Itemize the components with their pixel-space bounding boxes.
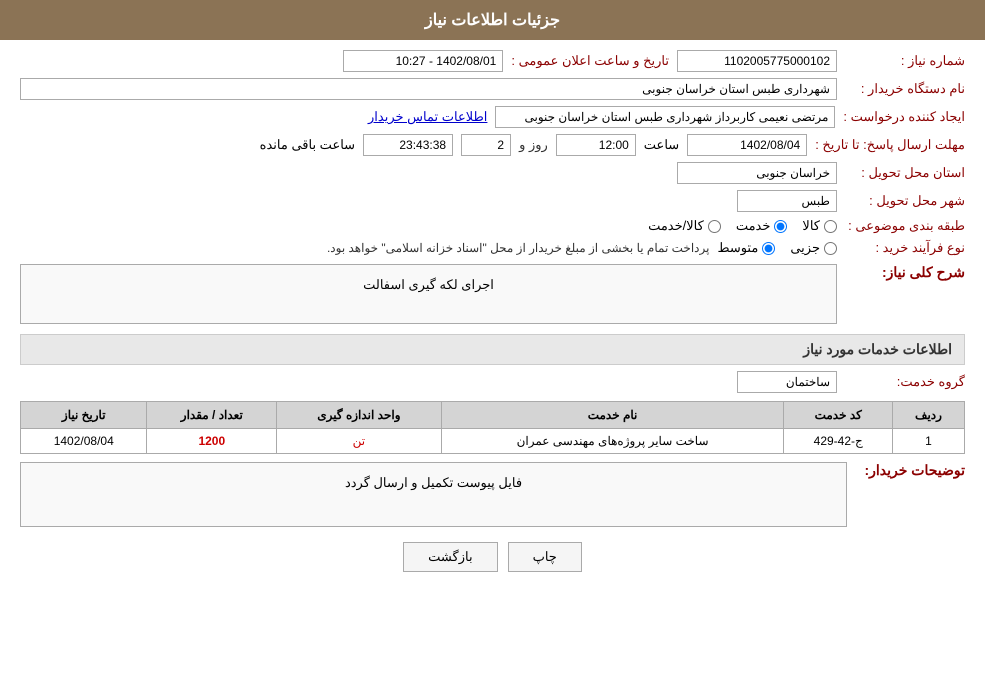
cell-measurement-unit: تن: [277, 429, 441, 454]
cell-row-num: 1: [892, 429, 964, 454]
purchase-jozii[interactable]: جزیی: [790, 240, 837, 256]
table-header-row: ردیف کد خدمت نام خدمت واحد اندازه گیری ت…: [21, 402, 965, 429]
deadline-remaining-input[interactable]: [363, 134, 453, 156]
page-title: جزئیات اطلاعات نیاز: [425, 12, 560, 29]
deadline-label: مهلت ارسال پاسخ: تا تاریخ :: [815, 137, 965, 153]
buyer-description-value: فایل پیوست تکمیل و ارسال گردد: [27, 467, 840, 499]
time-label: ساعت: [644, 137, 679, 153]
service-group-label: گروه خدمت:: [845, 374, 965, 390]
col-date: تاریخ نیاز: [21, 402, 147, 429]
description-row: شرح کلی نیاز: اجرای لکه گیری اسفالت: [20, 264, 965, 324]
city-label: شهر محل تحویل :: [845, 193, 965, 209]
buyer-description-wrapper: فایل پیوست تکمیل و ارسال گردد: [20, 462, 847, 527]
col-service-name: نام خدمت: [441, 402, 784, 429]
page-wrapper: جزئیات اطلاعات نیاز شماره نیاز : تاریخ و…: [0, 0, 985, 691]
buyer-org-row: نام دستگاه خریدار :: [20, 78, 965, 100]
province-row: استان محل تحویل :: [20, 162, 965, 184]
description-label: شرح کلی نیاز:: [845, 264, 965, 281]
col-measurement-unit: واحد اندازه گیری: [277, 402, 441, 429]
services-section-header: اطلاعات خدمات مورد نیاز: [20, 334, 965, 365]
remaining-label: ساعت باقی مانده: [260, 137, 355, 153]
cell-service-name: ساخت سایر پروژه‌های مهندسی عمران: [441, 429, 784, 454]
description-box-wrapper: اجرای لکه گیری اسفالت: [20, 264, 837, 324]
creator-input[interactable]: [495, 106, 835, 128]
purchase-notice: پرداخت تمام یا بخشی از مبلغ خریدار از مح…: [327, 241, 710, 255]
content-area: شماره نیاز : تاریخ و ساعت اعلان عمومی : …: [0, 40, 985, 597]
print-button[interactable]: چاپ: [508, 542, 582, 572]
category-label: طبقه بندی موضوعی :: [845, 218, 965, 234]
niaz-number-row: شماره نیاز : تاریخ و ساعت اعلان عمومی :: [20, 50, 965, 72]
description-value: اجرای لکه گیری اسفالت: [27, 269, 830, 301]
footer-buttons: چاپ بازگشت: [20, 542, 965, 572]
deadline-row: مهلت ارسال پاسخ: تا تاریخ : ساعت روز و س…: [20, 134, 965, 156]
category-row: طبقه بندی موضوعی : کالا خدمت کالا/خدمت: [20, 218, 965, 234]
category-khedmat[interactable]: خدمت: [736, 218, 788, 234]
purchase-type-radio-group: جزیی متوسط: [717, 240, 837, 256]
buyer-description-row: توضیحات خریدار: فایل پیوست تکمیل و ارسال…: [20, 462, 965, 527]
deadline-date-input[interactable]: [687, 134, 807, 156]
contact-link[interactable]: اطلاعات تماس خریدار: [368, 109, 487, 125]
announcement-date-label: تاریخ و ساعت اعلان عمومی :: [511, 53, 669, 69]
col-service-code: کد خدمت: [784, 402, 893, 429]
category-kala-khedmat[interactable]: کالا/خدمت: [648, 218, 721, 234]
service-group-input[interactable]: [737, 371, 837, 393]
province-input[interactable]: [677, 162, 837, 184]
purchase-type-label: نوع فرآیند خرید :: [845, 240, 965, 256]
purchase-motavasset[interactable]: متوسط: [717, 240, 775, 256]
province-label: استان محل تحویل :: [845, 165, 965, 181]
services-table: ردیف کد خدمت نام خدمت واحد اندازه گیری ت…: [20, 401, 965, 454]
city-row: شهر محل تحویل :: [20, 190, 965, 212]
buyer-description-box: فایل پیوست تکمیل و ارسال گردد: [20, 462, 847, 527]
buyer-org-label: نام دستگاه خریدار :: [845, 81, 965, 97]
days-label: روز و: [519, 137, 548, 153]
cell-service-code: ج-42-429: [784, 429, 893, 454]
creator-label: ایجاد کننده درخواست :: [843, 109, 965, 125]
niaz-number-label: شماره نیاز :: [845, 53, 965, 69]
table-row: 1 ج-42-429 ساخت سایر پروژه‌های مهندسی عم…: [21, 429, 965, 454]
creator-row: ایجاد کننده درخواست : اطلاعات تماس خریدا…: [20, 106, 965, 128]
purchase-type-row: نوع فرآیند خرید : جزیی متوسط پرداخت تمام…: [20, 240, 965, 256]
buyer-org-input[interactable]: [20, 78, 837, 100]
city-input[interactable]: [737, 190, 837, 212]
buyer-description-label: توضیحات خریدار:: [855, 462, 965, 479]
back-button[interactable]: بازگشت: [403, 542, 497, 572]
niaz-number-input[interactable]: [677, 50, 837, 72]
service-group-row: گروه خدمت:: [20, 371, 965, 393]
col-row-num: ردیف: [892, 402, 964, 429]
cell-quantity: 1200: [147, 429, 277, 454]
category-radio-group: کالا خدمت کالا/خدمت: [648, 218, 837, 234]
announcement-date-input[interactable]: [343, 50, 503, 72]
page-header: جزئیات اطلاعات نیاز: [0, 0, 985, 40]
deadline-days-input[interactable]: [461, 134, 511, 156]
col-quantity: تعداد / مقدار: [147, 402, 277, 429]
description-box: اجرای لکه گیری اسفالت: [20, 264, 837, 324]
category-kala[interactable]: کالا: [802, 218, 837, 234]
cell-date: 1402/08/04: [21, 429, 147, 454]
deadline-time-input[interactable]: [556, 134, 636, 156]
